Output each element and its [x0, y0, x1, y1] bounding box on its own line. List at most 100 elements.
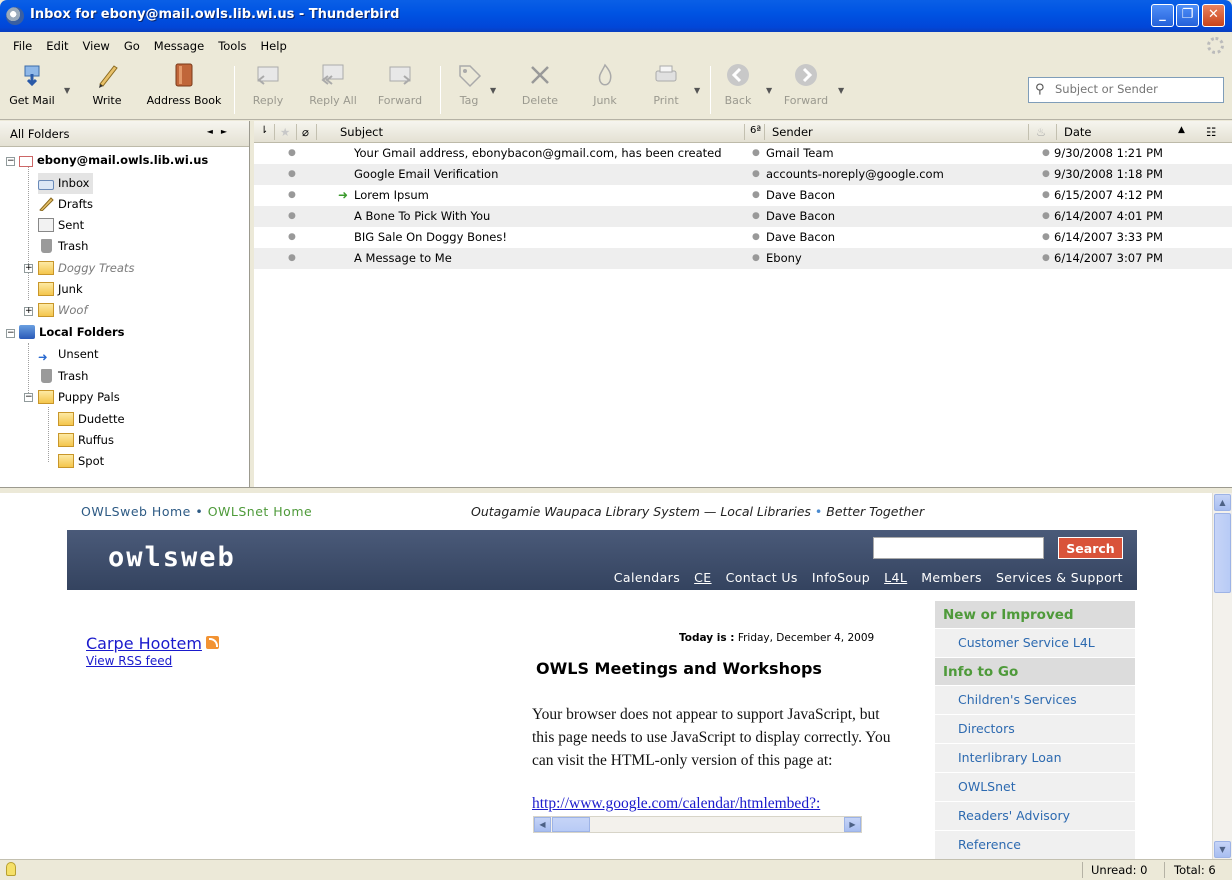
print-button[interactable]: Print	[646, 62, 686, 116]
reply-button[interactable]: Reply	[246, 62, 290, 116]
scroll-up-icon[interactable]: ▲	[1214, 494, 1231, 511]
folder-view-arrows-icon[interactable]: ◄►	[207, 127, 235, 136]
attachment-column-icon[interactable]: ⌀	[302, 125, 309, 139]
nav-members[interactable]: Members	[921, 570, 982, 585]
message-row[interactable]: ● ➜ Lorem Ipsum ● Dave Bacon ● 6/15/2007…	[254, 185, 1232, 206]
menu-go[interactable]: Go	[117, 39, 147, 53]
column-picker-icon[interactable]: ☷	[1206, 125, 1216, 139]
search-box[interactable]: ⚲	[1028, 77, 1224, 103]
web-search-input[interactable]	[873, 537, 1044, 559]
thread-column-icon[interactable]: ⇂	[260, 125, 268, 136]
forward-nav-button[interactable]: Forward	[778, 62, 834, 116]
folder-unsent[interactable]: ➜ Unsent	[38, 344, 99, 365]
owlsweb-home-link[interactable]: OWLSweb Home	[81, 504, 191, 519]
sidebar-link-childrens-services[interactable]: Children's Services	[935, 686, 1135, 715]
sidebar-link-directors[interactable]: Directors	[935, 715, 1135, 744]
folder-puppy-pals[interactable]: Puppy Pals	[38, 387, 120, 408]
view-rss-link[interactable]: View RSS feed	[86, 654, 172, 668]
minimize-button[interactable]: _	[1151, 4, 1174, 27]
subject-column-header[interactable]: Subject	[340, 125, 383, 139]
tag-button[interactable]: Tag	[452, 62, 486, 116]
nav-services-support[interactable]: Services & Support	[996, 570, 1123, 585]
write-button[interactable]: Write	[84, 62, 130, 116]
menu-tools[interactable]: Tools	[211, 39, 253, 53]
folder-junk[interactable]: Junk	[38, 279, 83, 300]
folder-inbox[interactable]: Inbox	[38, 173, 94, 194]
horizontal-scrollbar[interactable]: ◀ ▶	[533, 816, 862, 833]
star-column-icon[interactable]: ★	[280, 125, 290, 139]
folder-local-folders[interactable]: Local Folders	[19, 322, 125, 343]
folder-sent[interactable]: Sent	[38, 215, 84, 236]
menu-help[interactable]: Help	[254, 39, 294, 53]
scroll-thumb[interactable]	[552, 817, 590, 832]
message-row[interactable]: ● A Message to Me ● Ebony ● 6/14/2007 3:…	[254, 248, 1232, 269]
sender-column-header[interactable]: Sender	[772, 125, 813, 139]
read-column-icon[interactable]: 6ª	[750, 125, 761, 136]
menu-edit[interactable]: Edit	[39, 39, 75, 53]
owlsweb-logo[interactable]: owlsweb	[108, 542, 236, 573]
back-button[interactable]: Back	[720, 62, 756, 116]
delete-button[interactable]: Delete	[520, 62, 560, 116]
folder-woof[interactable]: Woof	[38, 300, 88, 321]
scroll-down-icon[interactable]: ▼	[1214, 841, 1231, 858]
print-dropdown-icon[interactable]: ▼	[694, 86, 700, 95]
collapse-local-folders-icon[interactable]: −	[6, 329, 15, 338]
expand-doggy-treats-icon[interactable]: +	[24, 264, 33, 273]
expand-woof-icon[interactable]: +	[24, 307, 33, 316]
sidebar-link-interlibrary-loan[interactable]: Interlibrary Loan	[935, 744, 1135, 773]
sidebar-link-owlsnet[interactable]: OWLSnet	[935, 773, 1135, 802]
address-book-button[interactable]: Address Book	[140, 62, 228, 116]
scroll-right-icon[interactable]: ▶	[844, 817, 861, 832]
nav-contact-us[interactable]: Contact Us	[726, 570, 798, 585]
html-only-link[interactable]: http://www.google.com/calendar/htmlembed…	[532, 795, 862, 813]
reply-all-button[interactable]: Reply All	[306, 62, 360, 116]
folder-drafts[interactable]: Drafts	[38, 194, 93, 215]
read-dot-icon: ●	[752, 148, 760, 158]
folder-pane-header[interactable]: All Folders ◄►	[0, 121, 249, 147]
folder-dudette[interactable]: Dudette	[58, 409, 125, 430]
message-row[interactable]: ● A Bone To Pick With You ● Dave Bacon ●…	[254, 206, 1232, 227]
folder-ruffus[interactable]: Ruffus	[58, 430, 114, 451]
nav-ce[interactable]: CE	[694, 570, 711, 585]
message-row[interactable]: ● Google Email Verification ● accounts-n…	[254, 164, 1232, 185]
get-mail-button[interactable]: Get Mail	[4, 62, 60, 116]
nav-infosoup[interactable]: InfoSoup	[812, 570, 870, 585]
folder-account[interactable]: ebony@mail.owls.lib.wi.us	[19, 150, 208, 171]
tag-dropdown-icon[interactable]: ▼	[490, 86, 496, 95]
message-row[interactable]: ● BIG Sale On Doggy Bones! ● Dave Bacon …	[254, 227, 1232, 248]
menu-view[interactable]: View	[76, 39, 117, 53]
search-input[interactable]	[1055, 82, 1215, 96]
print-label: Print	[653, 94, 679, 107]
nav-l4l[interactable]: L4L	[884, 570, 907, 585]
owlsnet-home-link[interactable]: OWLSnet Home	[208, 504, 313, 519]
web-search-button[interactable]: Search	[1058, 537, 1123, 559]
collapse-account-icon[interactable]: −	[6, 157, 15, 166]
rss-icon[interactable]	[205, 636, 219, 649]
forward-nav-dropdown-icon[interactable]: ▼	[838, 86, 844, 95]
vertical-scroll-thumb[interactable]	[1214, 513, 1231, 593]
close-button[interactable]: ✕	[1202, 4, 1225, 27]
date-column-header[interactable]: Date	[1064, 125, 1092, 139]
maximize-button[interactable]: ❐	[1176, 4, 1199, 27]
sidebar-link-readers-advisory[interactable]: Readers' Advisory	[935, 802, 1135, 831]
forward-button[interactable]: Forward	[372, 62, 428, 116]
folder-spot[interactable]: Spot	[58, 451, 104, 472]
message-row[interactable]: ● Your Gmail address, ebonybacon@gmail.c…	[254, 143, 1232, 164]
scroll-left-icon[interactable]: ◀	[534, 817, 551, 832]
collapse-puppy-pals-icon[interactable]: −	[24, 393, 33, 402]
folder-doggy-treats[interactable]: Doggy Treats	[38, 258, 134, 279]
vertical-scrollbar[interactable]: ▲ ▼	[1212, 493, 1232, 859]
folder-trash[interactable]: Trash	[38, 236, 88, 257]
folder-local-trash[interactable]: Trash	[38, 366, 88, 387]
back-dropdown-icon[interactable]: ▼	[766, 86, 772, 95]
nav-calendars[interactable]: Calendars	[614, 570, 680, 585]
junk-column-icon[interactable]: ♨	[1036, 125, 1046, 139]
carpe-hootem-link[interactable]: Carpe Hootem	[86, 634, 219, 653]
unsent-label: Unsent	[58, 347, 99, 361]
sidebar-link-reference[interactable]: Reference	[935, 831, 1135, 859]
sidebar-link-customer-service[interactable]: Customer Service L4L	[935, 629, 1135, 658]
junk-button[interactable]: Junk	[586, 62, 624, 116]
get-mail-dropdown-icon[interactable]: ▼	[64, 86, 70, 95]
menu-message[interactable]: Message	[147, 39, 211, 53]
menu-file[interactable]: File	[6, 39, 39, 53]
